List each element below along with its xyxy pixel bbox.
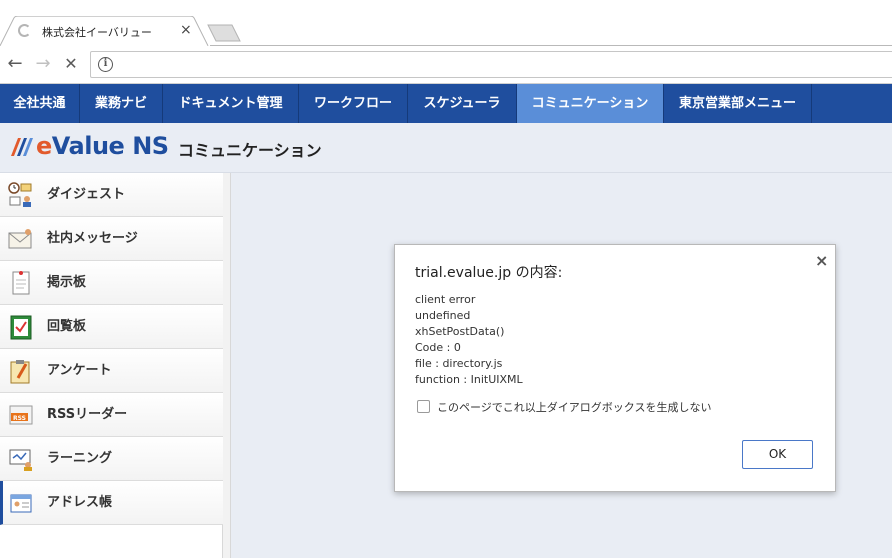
alert-dialog: × trial.evalue.jp の内容: client error unde… (394, 244, 836, 492)
dialog-message-line: function : InitUIXML (415, 373, 523, 386)
sidebar-item-survey[interactable]: アンケート (0, 349, 223, 393)
sidebar-item-digest[interactable]: ダイジェスト (0, 173, 223, 217)
app-navigation: 全社共通 業務ナビ ドキュメント管理 ワークフロー スケジューラ コミュニケーシ… (0, 84, 892, 123)
dialog-message-line: file : directory.js (415, 357, 503, 370)
nav-item-scheduler[interactable]: スケジューラ (408, 84, 517, 123)
sidebar-item-label: ダイジェスト (47, 187, 126, 202)
sidebar-item-bulletin-board[interactable]: 掲示板 (0, 261, 223, 305)
dialog-close-icon[interactable]: × (815, 251, 828, 270)
sidebar-item-learning[interactable]: ラーニング (0, 437, 223, 481)
bulletin-icon (12, 271, 30, 295)
nav-item-all-company[interactable]: 全社共通 (0, 84, 80, 123)
survey-icon (10, 360, 30, 384)
sidebar-item-circular[interactable]: 回覧板 (0, 305, 223, 349)
rss-icon: RSS (9, 405, 33, 425)
sidebar-item-label: 回覧板 (47, 319, 87, 334)
suppress-dialogs-label[interactable]: このページでこれ以上ダイアログボックスを生成しない (437, 399, 711, 415)
sidebar-item-label: アドレス帳 (47, 495, 113, 510)
address-bar[interactable]: i (90, 51, 892, 78)
pane-splitter[interactable] (223, 173, 231, 558)
sidebar-item-label: 社内メッセージ (47, 231, 138, 246)
logo-value: Value (51, 132, 125, 160)
digest-icon (8, 182, 32, 207)
browser-tab-strip: 株式会社イーバリュー × (0, 0, 892, 46)
evalue-ns-logo: eValue NS (36, 132, 169, 160)
ok-button[interactable]: OK (742, 440, 813, 469)
nav-item-communication[interactable]: コミュニケーション (517, 84, 664, 123)
browser-toolbar: ← → ✕ i (0, 46, 892, 84)
back-button[interactable]: ← (4, 53, 26, 75)
nav-item-business-navi[interactable]: 業務ナビ (80, 84, 163, 123)
nav-item-tokyo-sales-menu[interactable]: 東京営業部メニュー (664, 84, 812, 123)
dialog-message-line: xhSetPostData() (415, 325, 505, 338)
brand-header: eValue NS コミュニケーション (0, 123, 892, 173)
sidebar-item-label: アンケート (47, 363, 112, 378)
tab-title: 株式会社イーバリュー (42, 26, 152, 39)
dialog-message-line: Code : 0 (415, 341, 461, 354)
info-icon[interactable]: i (98, 57, 113, 72)
address-book-icon (10, 494, 32, 513)
tab-close-icon[interactable]: × (180, 22, 192, 38)
stop-button[interactable]: ✕ (60, 53, 82, 75)
sidebar: ダイジェスト 社内メッセージ 掲示板 回覧板 アンケート RSS RSSリーダー… (0, 173, 223, 558)
dialog-message-line: undefined (415, 309, 471, 322)
dialog-message-line: client error (415, 293, 476, 306)
sidebar-item-address-book[interactable]: アドレス帳 (0, 481, 223, 525)
sidebar-item-label: ラーニング (47, 451, 113, 466)
sidebar-item-message[interactable]: 社内メッセージ (0, 217, 223, 261)
new-tab-button[interactable] (206, 24, 242, 42)
svg-text:RSS: RSS (13, 415, 26, 422)
circular-icon (10, 315, 32, 340)
forward-button[interactable]: → (32, 53, 54, 75)
logo-ns: NS (132, 132, 169, 160)
nav-item-workflow[interactable]: ワークフロー (299, 84, 408, 123)
sidebar-item-label: 掲示板 (47, 275, 87, 290)
sidebar-item-rss-reader[interactable]: RSS RSSリーダー (0, 393, 223, 437)
nav-item-document-management[interactable]: ドキュメント管理 (163, 84, 299, 123)
evalue-logo-mark-icon (11, 138, 33, 156)
message-icon (8, 229, 32, 249)
dialog-title: trial.evalue.jp の内容: (415, 265, 563, 281)
loading-spinner-icon (18, 24, 31, 37)
learning-icon (9, 449, 32, 471)
suppress-dialogs-checkbox[interactable] (417, 400, 430, 413)
sidebar-item-label: RSSリーダー (47, 407, 128, 422)
logo-e: e (36, 132, 52, 160)
page-title: コミュニケーション (178, 141, 322, 160)
